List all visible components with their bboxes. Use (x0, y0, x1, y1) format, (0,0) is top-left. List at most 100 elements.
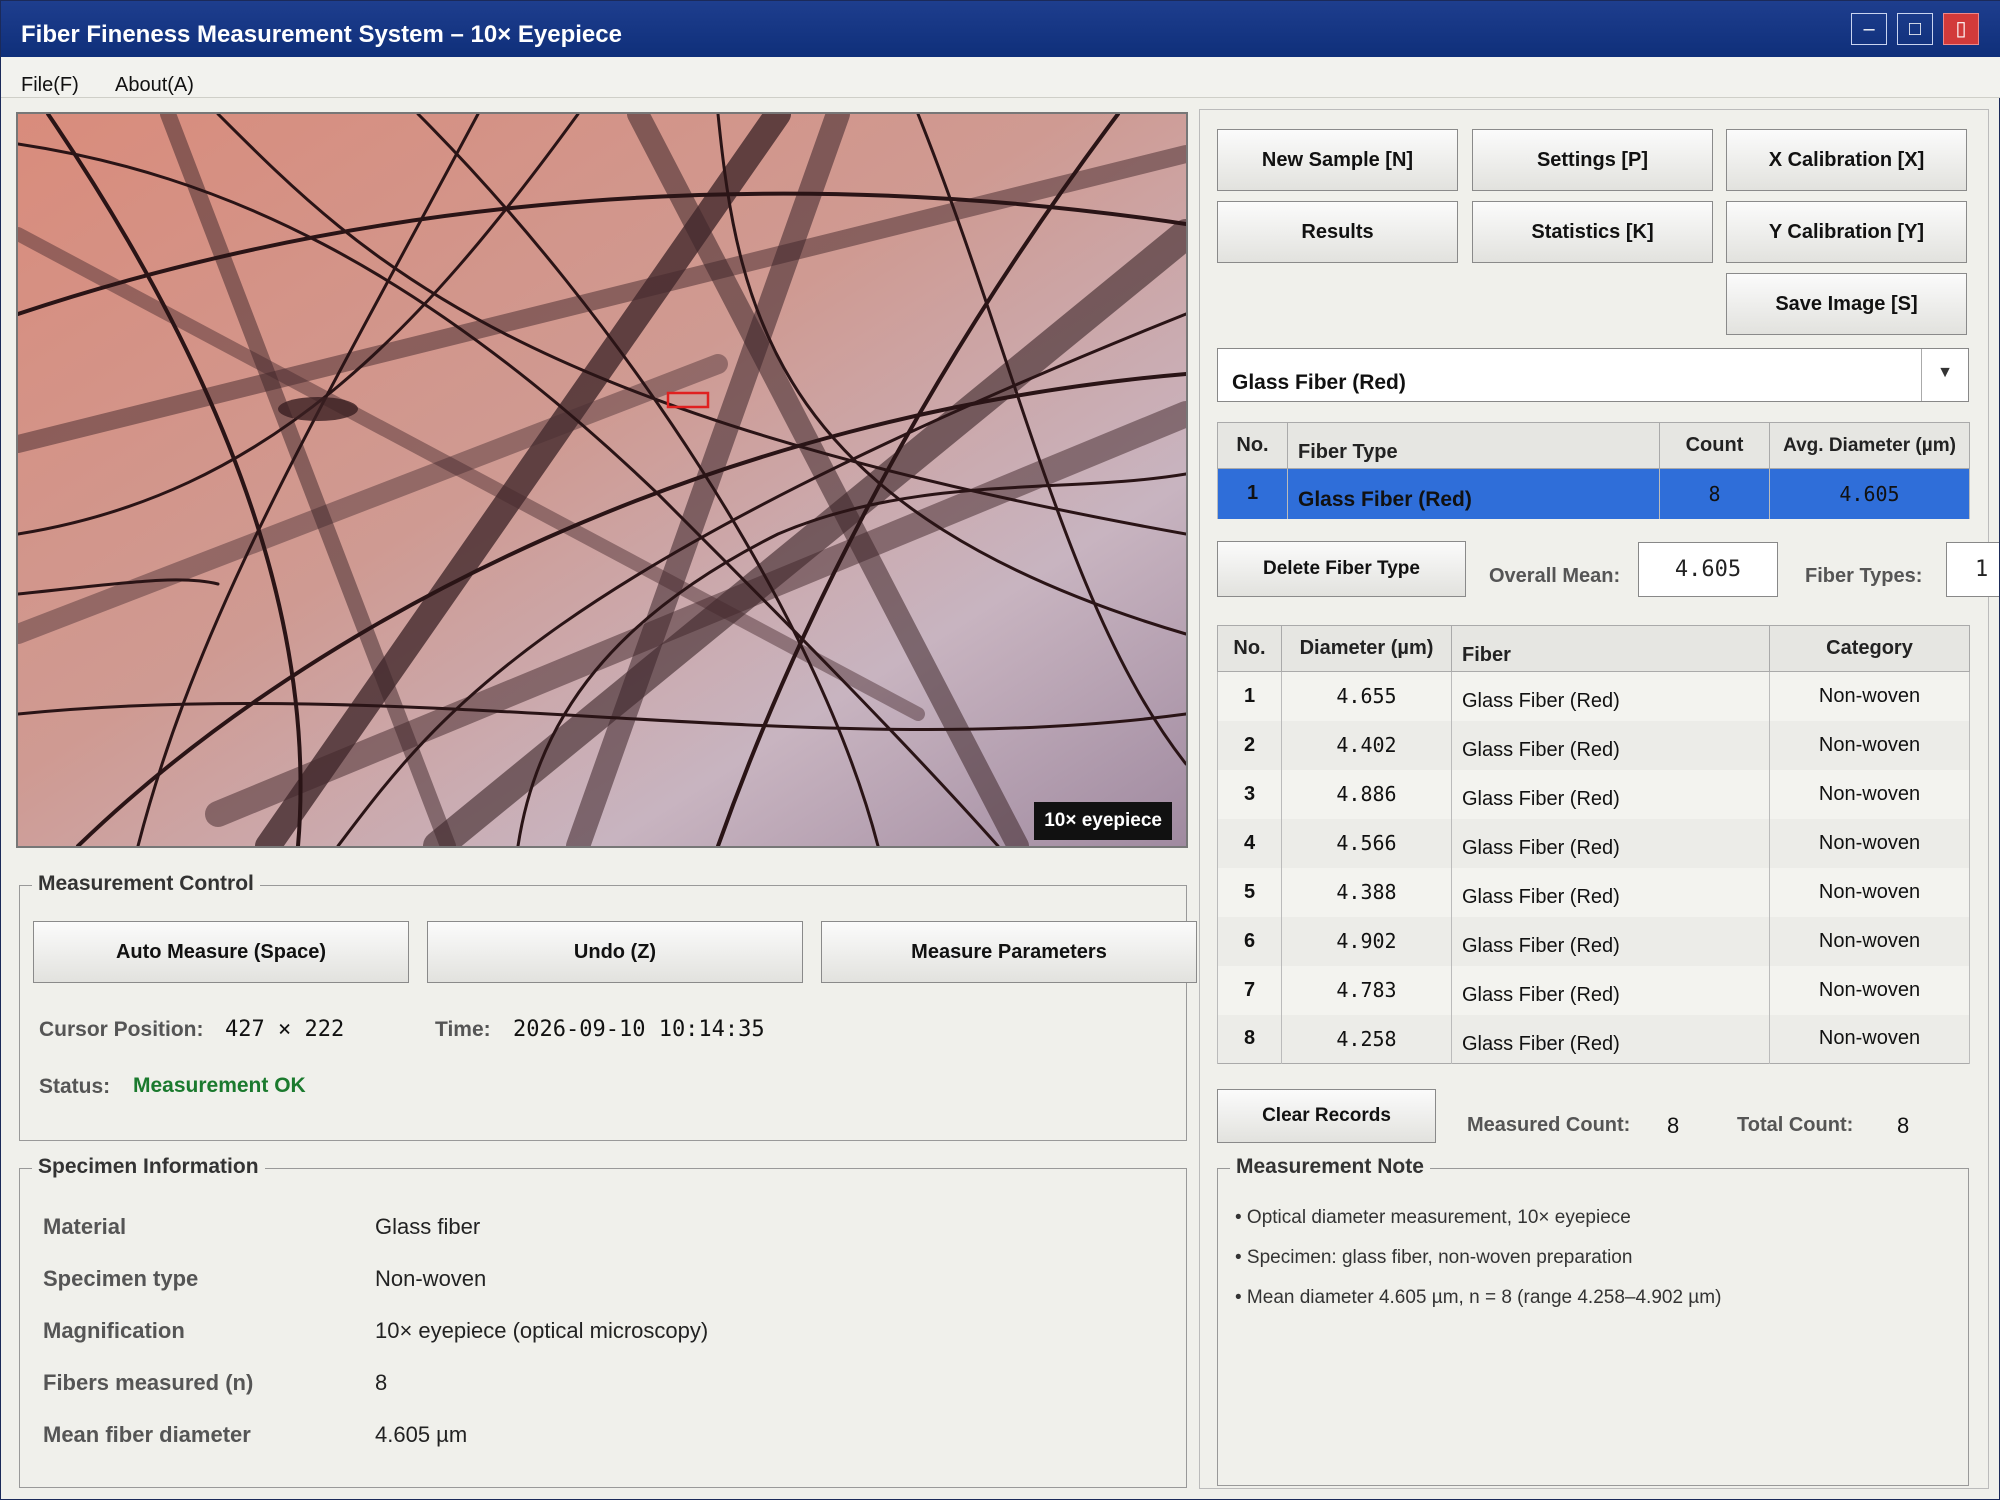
auto-measure-button[interactable]: Auto Measure (Space) (33, 921, 409, 983)
overall-mean-label: Overall Mean: (1489, 565, 1621, 587)
record-category: Non-woven (1769, 769, 1970, 819)
record-no: 7 (1217, 965, 1282, 1015)
minimize-button[interactable]: – (1851, 13, 1887, 45)
undo-button[interactable]: Undo (Z) (427, 921, 803, 983)
record-diameter: 4.655 (1281, 671, 1452, 721)
table-row[interactable]: 1 4.655 Glass Fiber (Red) Non-woven (1217, 671, 1970, 721)
table-row[interactable]: 2 4.402 Glass Fiber (Red) Non-woven (1217, 720, 1970, 770)
title-bar[interactable]: Fiber Fineness Measurement System – 10× … (1, 1, 2000, 57)
record-fiber: Glass Fiber (Red) (1451, 965, 1770, 1015)
close-button[interactable]: ▯ (1943, 13, 1979, 45)
note-line: • Mean diameter 4.605 µm, n = 8 (range 4… (1235, 1287, 1722, 1308)
col-header-fiber[interactable]: Fiber (1451, 625, 1770, 672)
time-label: Time: (435, 1018, 491, 1041)
status-label: Status: (39, 1075, 111, 1098)
fiber-type-table: No. Fiber Type Count Avg. Diameter (µm) … (1217, 422, 1970, 519)
fiber-micrograph (18, 114, 1186, 846)
col-header-fiber-type[interactable]: Fiber Type (1287, 422, 1660, 469)
record-category: Non-woven (1769, 818, 1970, 868)
record-fiber: Glass Fiber (Red) (1451, 1014, 1770, 1064)
record-category: Non-woven (1769, 671, 1970, 721)
menu-bar: File(F) About(A) (1, 57, 2000, 98)
spec-value-material: Glass fiber (375, 1214, 481, 1239)
overall-mean-field[interactable]: 4.605 (1638, 542, 1778, 597)
record-category: Non-woven (1769, 867, 1970, 917)
new-sample-button[interactable]: New Sample [N] (1217, 129, 1458, 191)
record-no: 8 (1217, 1014, 1282, 1064)
fiber-type-table-header: No. Fiber Type Count Avg. Diameter (µm) (1217, 422, 1970, 469)
microscope-image-view[interactable]: 10× eyepiece (16, 112, 1188, 848)
spec-label-mean-diameter: Mean fiber diameter (43, 1422, 251, 1447)
save-image-button[interactable]: Save Image [S] (1726, 273, 1967, 335)
record-diameter: 4.902 (1281, 916, 1452, 966)
specimen-info-title: Specimen Information (32, 1155, 265, 1179)
menu-about[interactable]: About(A) (115, 74, 194, 97)
window-title: Fiber Fineness Measurement System – 10× … (21, 21, 622, 48)
record-fiber: Glass Fiber (Red) (1451, 867, 1770, 917)
table-row[interactable]: 8 4.258 Glass Fiber (Red) Non-woven (1217, 1014, 1970, 1064)
results-button[interactable]: Results (1217, 201, 1458, 263)
record-fiber: Glass Fiber (Red) (1451, 671, 1770, 721)
cursor-position-label: Cursor Position: (39, 1018, 204, 1041)
fiber-type-row-no: 1 (1217, 468, 1288, 519)
record-no: 3 (1217, 769, 1282, 819)
table-row[interactable]: 7 4.783 Glass Fiber (Red) Non-woven (1217, 965, 1970, 1015)
record-no: 5 (1217, 867, 1282, 917)
col-header-avg-diameter[interactable]: Avg. Diameter (µm) (1769, 422, 1970, 469)
menu-file[interactable]: File(F) (21, 74, 79, 97)
col-header-category[interactable]: Category (1769, 625, 1970, 672)
col-header-count[interactable]: Count (1659, 422, 1770, 469)
spec-value-mean-diameter: 4.605 µm (375, 1422, 468, 1447)
app-window: Fiber Fineness Measurement System – 10× … (0, 0, 2000, 1500)
col-header-diameter[interactable]: Diameter (µm) (1281, 625, 1452, 672)
maximize-button[interactable]: □ (1897, 13, 1933, 45)
fiber-types-field[interactable]: 1 (1946, 542, 1999, 597)
measured-count-value: 8 (1667, 1113, 1680, 1138)
table-row[interactable]: 5 4.388 Glass Fiber (Red) Non-woven (1217, 867, 1970, 917)
fiber-type-select[interactable]: Glass Fiber (Red) ▼ (1217, 348, 1969, 402)
col-header-no[interactable]: No. (1217, 422, 1288, 469)
table-row[interactable]: 3 4.886 Glass Fiber (Red) Non-woven (1217, 769, 1970, 819)
fiber-type-row-avg: 4.605 (1769, 468, 1970, 519)
record-diameter: 4.783 (1281, 965, 1452, 1015)
fiber-type-row-type: Glass Fiber (Red) (1287, 468, 1660, 519)
measure-parameters-button[interactable]: Measure Parameters (821, 921, 1197, 983)
record-category: Non-woven (1769, 916, 1970, 966)
record-fiber: Glass Fiber (Red) (1451, 769, 1770, 819)
statistics-button[interactable]: Statistics [K] (1472, 201, 1713, 263)
delete-fiber-type-button[interactable]: Delete Fiber Type (1217, 541, 1466, 597)
settings-button[interactable]: Settings [P] (1472, 129, 1713, 191)
note-line: • Optical diameter measurement, 10× eyep… (1235, 1207, 1631, 1228)
y-calibration-button[interactable]: Y Calibration [Y] (1726, 201, 1967, 263)
records-table-header: No. Diameter (µm) Fiber Category (1217, 625, 1970, 672)
fiber-type-row[interactable]: 1 Glass Fiber (Red) 8 4.605 (1217, 468, 1970, 519)
record-no: 1 (1217, 671, 1282, 721)
time-value: 2026-09-10 10:14:35 (513, 1017, 765, 1042)
table-row[interactable]: 6 4.902 Glass Fiber (Red) Non-woven (1217, 916, 1970, 966)
table-row[interactable]: 4 4.566 Glass Fiber (Red) Non-woven (1217, 818, 1970, 868)
record-no: 4 (1217, 818, 1282, 868)
record-fiber: Glass Fiber (Red) (1451, 916, 1770, 966)
col-header-record-no[interactable]: No. (1217, 625, 1282, 672)
spec-label-magnification: Magnification (43, 1318, 185, 1343)
status-value: Measurement OK (133, 1074, 306, 1097)
clear-records-button[interactable]: Clear Records (1217, 1089, 1436, 1143)
fiber-type-select-value: Glass Fiber (Red) (1232, 371, 1406, 394)
measured-count-label: Measured Count: (1467, 1114, 1631, 1136)
record-category: Non-woven (1769, 720, 1970, 770)
cursor-position-value: 427 × 222 (225, 1017, 345, 1042)
record-diameter: 4.388 (1281, 867, 1452, 917)
spec-value-fibers-measured: 8 (375, 1370, 388, 1395)
fiber-types-label: Fiber Types: (1805, 565, 1923, 587)
chevron-down-icon[interactable]: ▼ (1921, 349, 1968, 401)
x-calibration-button[interactable]: X Calibration [X] (1726, 129, 1967, 191)
record-diameter: 4.402 (1281, 720, 1452, 770)
record-fiber: Glass Fiber (Red) (1451, 720, 1770, 770)
total-count-value: 8 (1897, 1113, 1910, 1138)
record-diameter: 4.258 (1281, 1014, 1452, 1064)
record-category: Non-woven (1769, 965, 1970, 1015)
spec-label-material: Material (43, 1214, 127, 1239)
spec-value-specimen-type: Non-woven (375, 1266, 487, 1291)
measurement-note-title: Measurement Note (1230, 1155, 1430, 1179)
record-diameter: 4.566 (1281, 818, 1452, 868)
